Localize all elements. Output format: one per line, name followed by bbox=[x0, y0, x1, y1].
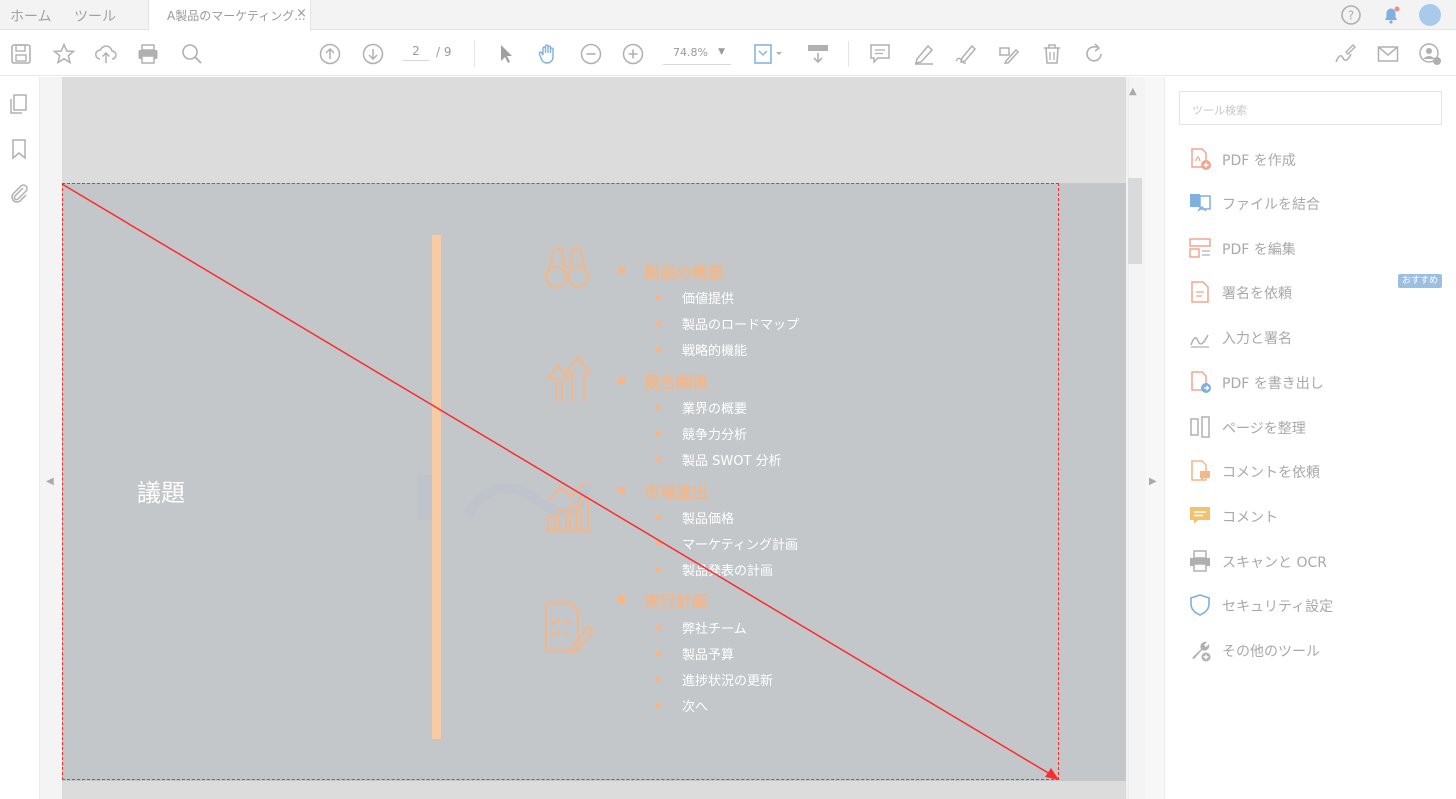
tool-search-input[interactable]: ツール検索 bbox=[1179, 91, 1442, 125]
print-icon[interactable] bbox=[136, 42, 160, 66]
cloud-upload-icon[interactable] bbox=[94, 42, 118, 66]
left-nav-rail bbox=[0, 77, 40, 799]
collapse-left-pane-icon[interactable]: ◀ bbox=[46, 476, 54, 487]
tool-label: PDF を作成 bbox=[1222, 153, 1296, 169]
user-avatar[interactable] bbox=[1418, 3, 1442, 31]
sticky-note-icon[interactable] bbox=[868, 42, 892, 66]
tool-label: 入力と署名 bbox=[1222, 331, 1292, 347]
tool-label: セキュリティ設定 bbox=[1222, 599, 1334, 615]
toolbar-divider bbox=[474, 41, 475, 67]
document-left-gutter bbox=[40, 77, 62, 799]
tool-create-pdf[interactable]: PDF を作成 bbox=[1185, 144, 1445, 174]
fit-page-icon[interactable] bbox=[752, 42, 786, 66]
recommend-badge: おすすめ bbox=[1398, 274, 1442, 288]
tab-tools[interactable]: ツール bbox=[74, 6, 116, 26]
tab-document[interactable]: A製品のマーケティング... × bbox=[148, 0, 311, 31]
tool-label: ファイルを結合 bbox=[1222, 197, 1320, 213]
sign-document-icon[interactable] bbox=[1333, 42, 1357, 66]
email-icon[interactable] bbox=[1376, 42, 1400, 66]
organize-pages-icon bbox=[1190, 416, 1210, 438]
hand-tool-icon[interactable] bbox=[536, 42, 560, 66]
bookmarks-icon[interactable] bbox=[8, 138, 30, 160]
draw-freehand-icon[interactable] bbox=[954, 42, 978, 66]
toolbar-divider bbox=[848, 41, 849, 67]
zoom-level-value: 74.8% bbox=[673, 46, 708, 59]
tool-label: PDF を編集 bbox=[1222, 242, 1296, 258]
edit-pdf-icon bbox=[1189, 238, 1211, 258]
help-icon[interactable]: ? bbox=[1340, 4, 1362, 30]
previous-page-preview bbox=[62, 77, 1126, 183]
tool-more-tools[interactable]: その他のツール bbox=[1185, 635, 1445, 665]
previous-page-icon[interactable] bbox=[318, 42, 342, 66]
save-icon[interactable] bbox=[9, 42, 33, 66]
tool-label: コメントを依頼 bbox=[1222, 465, 1320, 481]
tool-comment[interactable]: コメント bbox=[1185, 501, 1445, 531]
highlight-pen-icon[interactable] bbox=[912, 42, 936, 66]
tab-bar: ホーム ツール A製品のマーケティング... × ? bbox=[0, 0, 1456, 31]
tool-edit-pdf[interactable]: PDF を編集 bbox=[1185, 233, 1445, 263]
chevron-down-icon: ▼ bbox=[718, 47, 725, 57]
svg-text:?: ? bbox=[1348, 9, 1354, 23]
tools-panel: ツール検索 PDF を作成 ファイルを結合 PDF を編集 署名を依頼 入力と署… bbox=[1165, 77, 1456, 799]
tool-scan-ocr[interactable]: スキャンと OCR bbox=[1185, 546, 1445, 576]
right-pane-divider bbox=[1145, 77, 1165, 799]
tool-label: その他のツール bbox=[1222, 644, 1320, 660]
tool-organize-pages[interactable]: ページを整理 bbox=[1185, 412, 1445, 442]
scroll-mode-icon[interactable] bbox=[806, 42, 830, 66]
zoom-level-dropdown[interactable]: 74.8% ▼ bbox=[663, 43, 731, 65]
export-pdf-icon bbox=[1191, 371, 1211, 393]
select-cursor-icon[interactable] bbox=[494, 42, 518, 66]
scrollbar-thumb[interactable] bbox=[1128, 178, 1142, 264]
main-toolbar: 2 / 9 74.8% ▼ bbox=[0, 31, 1456, 76]
share-user-icon[interactable] bbox=[1418, 42, 1442, 66]
edit-text-icon[interactable] bbox=[996, 42, 1020, 66]
tool-request-comment[interactable]: コメントを依頼 bbox=[1185, 456, 1445, 486]
page-total-label: / 9 bbox=[436, 45, 452, 59]
tool-label: ページを整理 bbox=[1222, 421, 1306, 437]
zoom-in-icon[interactable] bbox=[621, 42, 645, 66]
scroll-up-arrow-icon[interactable]: ▲ bbox=[1129, 86, 1137, 97]
combine-files-icon bbox=[1190, 194, 1211, 212]
tool-label: 署名を依頼 bbox=[1222, 286, 1292, 302]
close-tab-button[interactable]: × bbox=[296, 6, 307, 21]
tool-label: スキャンと OCR bbox=[1222, 555, 1327, 571]
search-icon[interactable] bbox=[180, 42, 204, 66]
security-shield-icon bbox=[1190, 594, 1210, 616]
next-page-icon[interactable] bbox=[361, 42, 385, 66]
comment-icon bbox=[1190, 507, 1210, 524]
create-pdf-icon bbox=[1191, 148, 1211, 170]
tool-security[interactable]: セキュリティ設定 bbox=[1185, 590, 1445, 620]
bookmark-star-icon[interactable] bbox=[52, 42, 76, 66]
request-comment-icon bbox=[1191, 460, 1210, 481]
tool-label: コメント bbox=[1222, 510, 1278, 526]
delete-trash-icon[interactable] bbox=[1040, 42, 1064, 66]
rotate-icon[interactable] bbox=[1082, 42, 1106, 66]
tool-label: PDF を書き出し bbox=[1222, 376, 1324, 392]
scan-ocr-icon bbox=[1190, 550, 1210, 572]
collapse-right-pane-icon[interactable]: ▶ bbox=[1149, 476, 1157, 487]
tab-home[interactable]: ホーム bbox=[10, 6, 52, 26]
tool-export-pdf[interactable]: PDF を書き出し bbox=[1185, 367, 1445, 397]
page-thumbnails-icon[interactable] bbox=[8, 93, 30, 115]
tool-combine-files[interactable]: ファイルを結合 bbox=[1185, 188, 1445, 218]
next-page-preview bbox=[62, 781, 1126, 799]
tool-fill-sign[interactable]: 入力と署名 bbox=[1185, 322, 1445, 352]
zoom-out-icon[interactable] bbox=[579, 42, 603, 66]
selection-rectangle bbox=[62, 183, 1059, 780]
attachments-paperclip-icon[interactable] bbox=[8, 182, 30, 204]
fill-sign-icon bbox=[1190, 334, 1209, 348]
document-tab-title: A製品のマーケティング... bbox=[167, 9, 306, 23]
more-tools-icon bbox=[1192, 641, 1211, 662]
request-signature-icon bbox=[1191, 281, 1209, 303]
page-number-input[interactable]: 2 bbox=[403, 44, 429, 61]
notification-bell-icon[interactable] bbox=[1380, 4, 1402, 30]
